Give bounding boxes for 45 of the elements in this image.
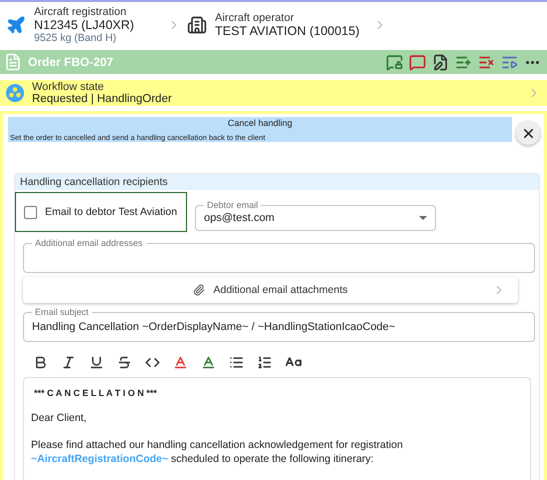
paperclip-icon bbox=[193, 284, 206, 296]
body-paragraph: Please find attached our handling cancellation acknowledgement for registration ~AircraftRegistrationCode~ scheduled to operate the following itinerary: bbox=[31, 438, 404, 466]
body-paragraph: Dear Client, bbox=[31, 411, 88, 425]
order-title: Order FBO-207 bbox=[28, 55, 114, 69]
underline-icon[interactable] bbox=[89, 355, 104, 370]
workflow-icon bbox=[6, 84, 24, 102]
document-icon bbox=[4, 53, 22, 71]
field-value: Handling Cancellation ~OrderDisplayName~ / ~HandlingStationIcaoCode~ bbox=[32, 321, 396, 333]
field-label: Debtor email bbox=[204, 200, 262, 210]
dialog-title: Cancel handling bbox=[226, 118, 294, 128]
dropdown-caret-icon bbox=[419, 216, 427, 220]
aircraft-registration: N12345 (LJ40XR) bbox=[34, 18, 136, 32]
field-label: Aircraft registration bbox=[34, 6, 128, 18]
field-label: Aircraft operator bbox=[215, 12, 295, 24]
code-icon[interactable] bbox=[145, 355, 160, 370]
field-label: Additional email addresses bbox=[32, 238, 146, 248]
bullet-list-icon[interactable] bbox=[229, 355, 244, 370]
debtor-checkbox[interactable]: Email to debtor Test Aviation bbox=[15, 192, 187, 232]
message-lock-icon[interactable] bbox=[386, 54, 403, 70]
text-color-icon[interactable] bbox=[173, 355, 188, 370]
attachments-button[interactable]: Additional email attachments bbox=[23, 277, 518, 303]
list-remove-icon[interactable] bbox=[478, 54, 495, 70]
highlight-color-icon[interactable] bbox=[201, 355, 216, 370]
plane-icon bbox=[6, 15, 26, 35]
document-edit-icon[interactable] bbox=[432, 54, 449, 70]
workflow-bar[interactable]: Workflow state Requested | HandlingOrder bbox=[0, 80, 547, 106]
field-value: ops@test.com bbox=[204, 212, 274, 224]
building-icon bbox=[187, 15, 207, 35]
field-label: Email subject bbox=[32, 307, 92, 317]
italic-icon[interactable] bbox=[61, 355, 76, 370]
message-icon[interactable] bbox=[409, 54, 426, 70]
aircraft-operator: TEST AVIATION (100015) bbox=[215, 24, 361, 38]
card-title: Handling cancellation recipients bbox=[15, 174, 539, 190]
field-label: Workflow state bbox=[32, 81, 105, 93]
numbered-list-icon[interactable] bbox=[257, 355, 272, 370]
strikethrough-icon[interactable] bbox=[117, 355, 132, 370]
list-play-icon[interactable] bbox=[501, 54, 518, 70]
close-button[interactable] bbox=[516, 121, 540, 145]
email-body-editor[interactable]: *** C A N C E L L A T I O N *** Dear Client, Please find attached our handling cancellation acknowledgement for registration ~AircraftRegistrationCode~ scheduled to operate the following itinerary: bbox=[23, 377, 531, 480]
workflow-state: Requested | HandlingOrder bbox=[32, 93, 173, 105]
aircraft-weight: 9525 kg (Band H) bbox=[34, 32, 118, 44]
list-add-icon[interactable] bbox=[455, 54, 472, 70]
body-heading: *** C A N C E L L A T I O N *** bbox=[33, 388, 158, 398]
checkbox-label: Email to debtor Test Aviation bbox=[45, 206, 178, 218]
bold-icon[interactable] bbox=[33, 355, 48, 370]
